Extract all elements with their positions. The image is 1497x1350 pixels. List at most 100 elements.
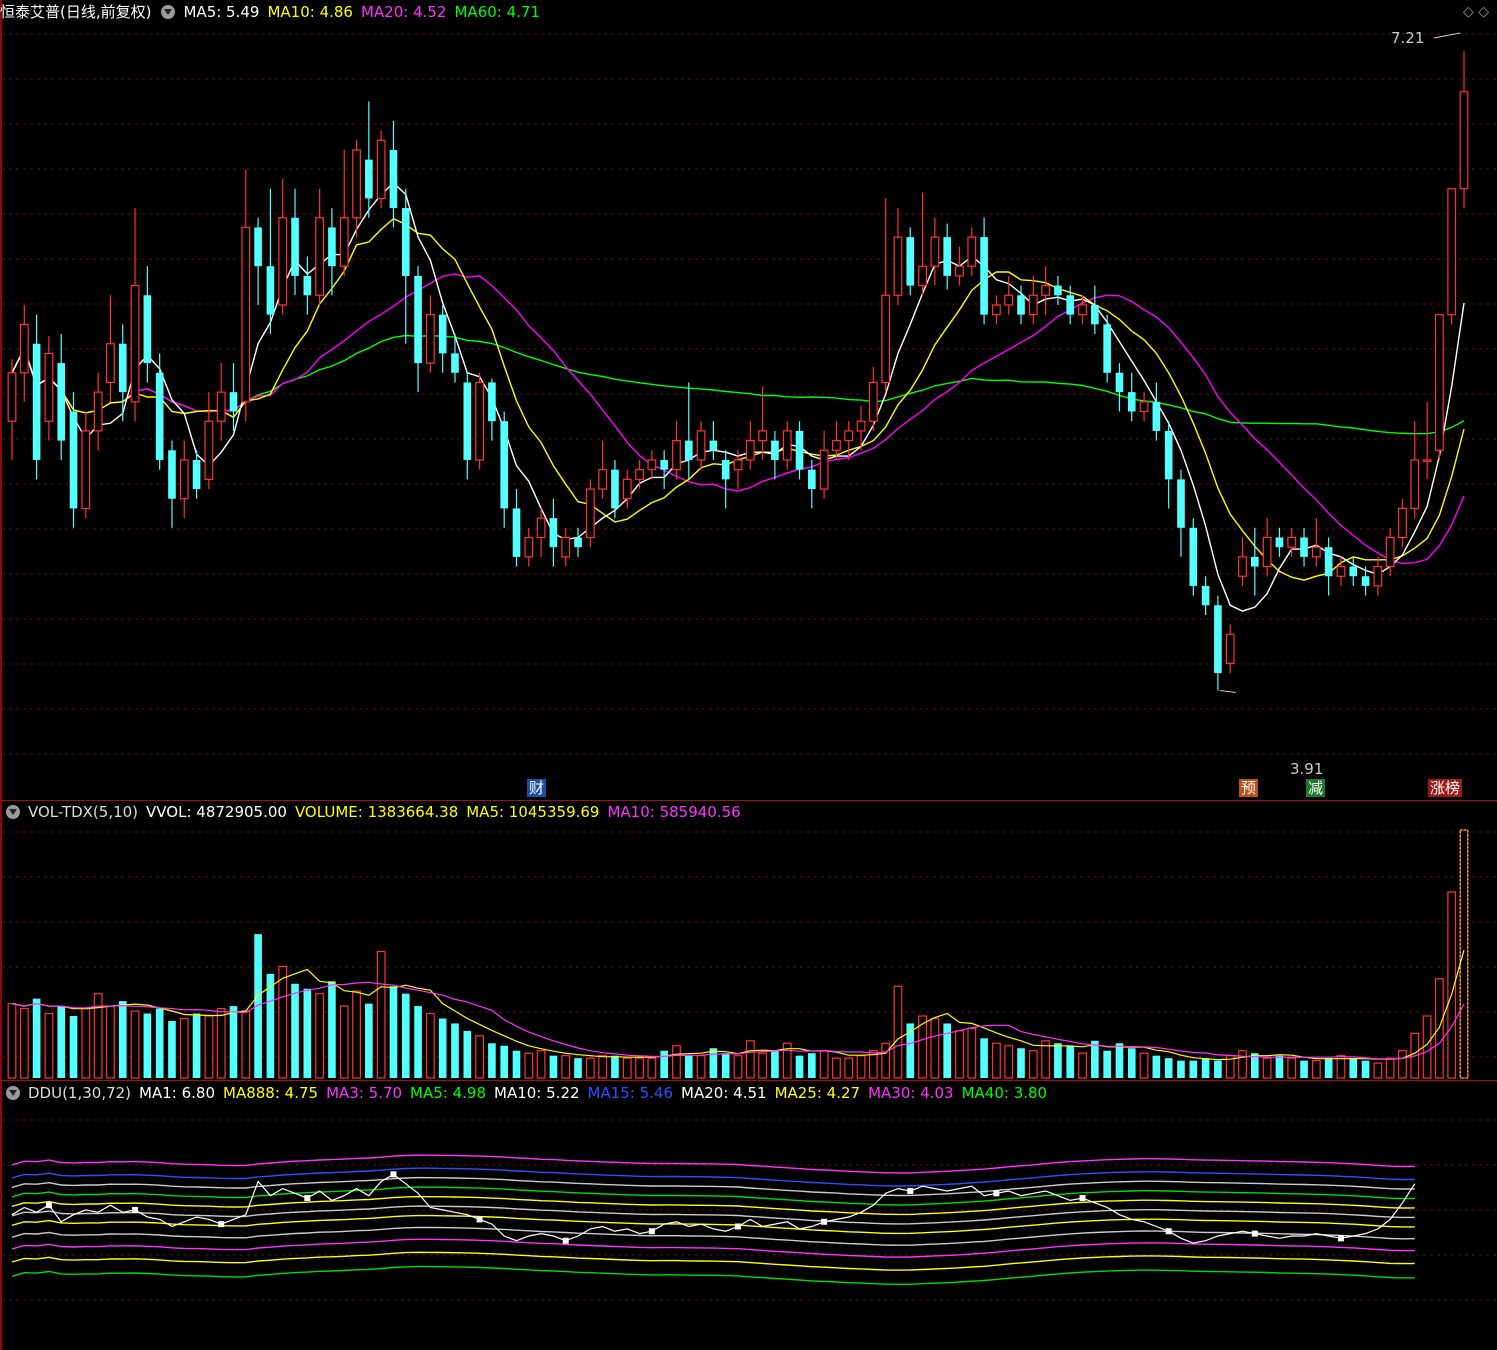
candle-body: [955, 265, 964, 277]
volume-bar: [192, 1013, 201, 1078]
candle-body: [168, 450, 176, 499]
volume-bar: [1066, 1045, 1075, 1078]
stock-chart-canvas[interactable]: [0, 0, 1497, 1350]
candle-body: [758, 430, 768, 442]
candle-body: [1004, 294, 1014, 306]
volume-bar: [1127, 1048, 1136, 1078]
candle-body: [1177, 479, 1185, 528]
candle-body: [425, 314, 435, 364]
ddu-marker: [1251, 1230, 1258, 1237]
candle-body: [598, 469, 608, 490]
event-badge-finance[interactable]: 财: [527, 779, 547, 797]
vol-title: VOL-TDX(5,10): [28, 803, 139, 821]
ddu-marker: [1079, 1195, 1086, 1202]
candle-body: [339, 217, 349, 267]
candle-body: [561, 536, 571, 558]
candle-body: [352, 149, 361, 219]
ddu-ma10-band: [11, 1176, 1415, 1197]
candle-body: [241, 226, 251, 403]
dropdown-icon[interactable]: [161, 5, 176, 19]
high-price-label: 7.21: [1391, 29, 1425, 47]
volume-bar: [856, 1055, 866, 1079]
ddu-ma25: MA25: 4.27: [774, 1084, 861, 1102]
candle-body: [1398, 507, 1407, 539]
volume-bar: [414, 1006, 422, 1078]
ma60-line: [11, 334, 1465, 435]
panel-divider[interactable]: [0, 800, 1497, 801]
volume-bar: [1004, 1045, 1014, 1079]
volume-label: VOLUME: 1383664.38: [294, 803, 459, 821]
candle-body: [696, 430, 706, 461]
volume-bar: [536, 1050, 546, 1079]
event-badge-reduce[interactable]: 减: [1306, 779, 1326, 797]
candle-body: [660, 459, 668, 470]
volume-bar: [967, 1027, 977, 1079]
volume-bar: [1189, 1060, 1198, 1078]
volume-bar: [721, 1053, 730, 1078]
candle-body: [118, 343, 127, 393]
volume-bar: [352, 990, 361, 1079]
volume-bar: [229, 1006, 238, 1078]
candle-body: [819, 449, 829, 490]
candle-body: [721, 459, 730, 480]
event-badge-forecast[interactable]: 预: [1239, 779, 1259, 797]
candle-body: [93, 391, 103, 432]
volume-bar: [1028, 1050, 1038, 1079]
candle-body: [438, 314, 447, 354]
ddu-ma888-band: [11, 1195, 1415, 1216]
candle-body: [881, 294, 891, 384]
volume-bar: [808, 1053, 816, 1078]
volume-bar: [1214, 1060, 1222, 1078]
volume-bar: [745, 1040, 755, 1079]
candle-body: [401, 208, 410, 276]
volume-bar: [204, 1015, 214, 1079]
candle-body: [1250, 556, 1259, 567]
candle-body: [733, 459, 743, 471]
candle-body: [832, 439, 841, 451]
volume-bar: [57, 1006, 66, 1078]
ddu-ma15: MA15: 5.46: [587, 1084, 674, 1102]
volume-bar: [647, 1057, 657, 1079]
volume-bar: [475, 1035, 485, 1079]
candle-body: [709, 440, 718, 451]
volume-bar: [130, 1010, 140, 1079]
volume-bar: [1115, 1043, 1124, 1078]
volume-bar: [1054, 1043, 1062, 1078]
volume-bar: [328, 981, 336, 1078]
ddu-ma1: MA1: 6.80: [139, 1084, 216, 1102]
volume-bar: [291, 983, 299, 1078]
vvol-label: VVOL: 4872905.00: [146, 803, 287, 821]
dropdown-icon[interactable]: [6, 1086, 20, 1100]
settings-diamond-icon[interactable]: ◇ ◇: [1463, 4, 1489, 20]
volume-bar: [106, 1005, 115, 1079]
ma10-label: MA10: 4.86: [267, 3, 353, 21]
volume-bar: [1385, 1057, 1395, 1079]
volume-bar: [19, 1007, 29, 1079]
volume-bar: [1361, 1060, 1370, 1078]
ddu-marker: [476, 1216, 483, 1223]
dropdown-icon[interactable]: [6, 805, 20, 819]
candle-body: [647, 459, 657, 471]
candle-body: [1349, 566, 1358, 577]
volume-bar: [660, 1050, 668, 1078]
volume-bar: [488, 1043, 496, 1078]
candle-body: [1017, 295, 1025, 315]
volume-panel-header: VOL-TDX(5,10) VVOL: 4872905.00 VOLUME: 138…: [0, 802, 749, 822]
panel-divider[interactable]: [0, 1080, 1497, 1081]
volume-bar: [155, 1008, 164, 1078]
volume-bar: [44, 1012, 54, 1079]
ddu-marker: [735, 1223, 741, 1230]
candle-body: [918, 265, 927, 287]
ddu-ma15-band: [11, 1167, 1415, 1187]
event-badge-top-gainer[interactable]: 涨榜: [1428, 779, 1463, 797]
volume-bar: [955, 1030, 964, 1079]
ddu-ma30-band: [11, 1238, 1415, 1258]
candle-body: [808, 469, 816, 490]
ddu-mid-band: [11, 1226, 1415, 1246]
candle-body: [1091, 304, 1099, 325]
ma5-label: MA5: 5.49: [183, 3, 260, 21]
candle-body: [980, 237, 988, 315]
volume-bar: [1373, 1062, 1383, 1079]
volume-bar: [758, 1052, 768, 1079]
candle-body: [57, 363, 66, 441]
